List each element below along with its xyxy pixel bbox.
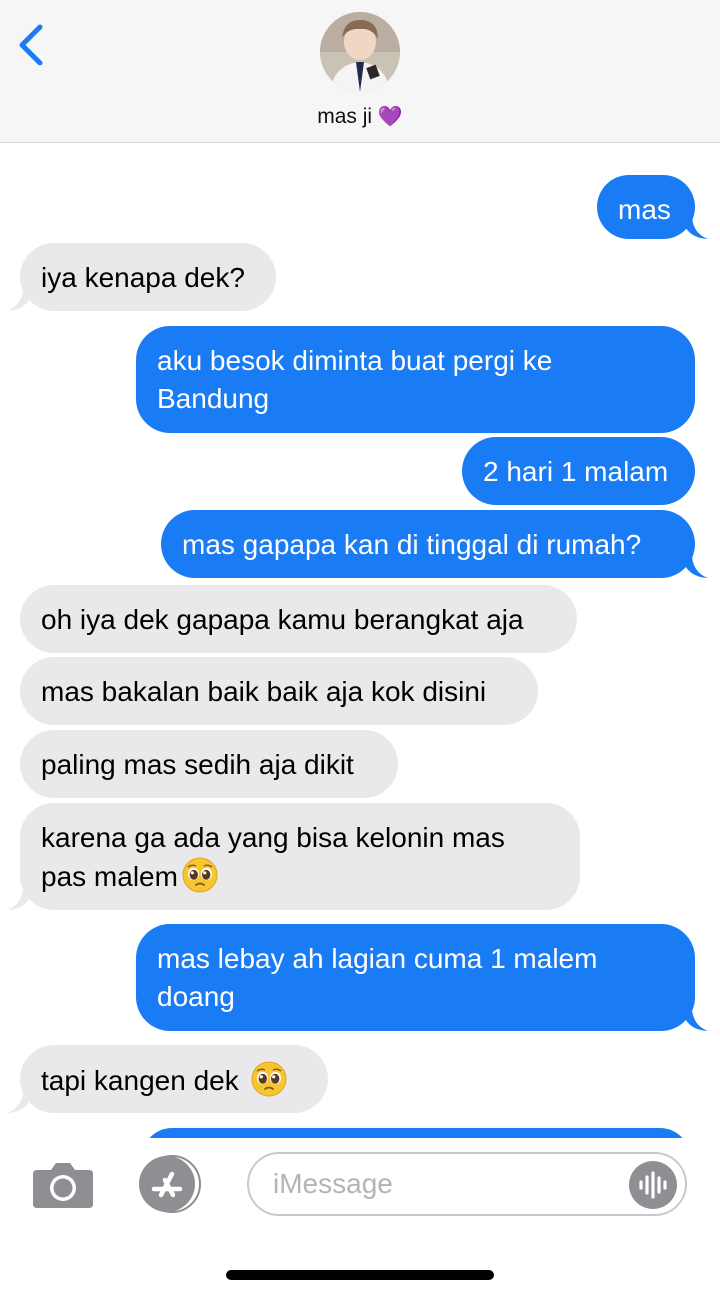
message-bubble-sent[interactable]: mas gapapa kan di tinggal di rumah? <box>161 510 708 578</box>
message-bubble-received[interactable]: iya kenapa dek? <box>7 243 276 311</box>
contact-name-text: mas ji <box>317 105 373 128</box>
pleading-face-emoji <box>251 1061 287 1097</box>
app-store-icon[interactable] <box>136 1155 208 1213</box>
avatar-photo <box>320 12 400 92</box>
avatar[interactable] <box>320 12 400 92</box>
message-text: mas gapapa kan di tinggal di rumah? <box>182 529 642 560</box>
message-text: 2 hari 1 malam <box>483 456 669 487</box>
message-text: mas <box>618 194 671 225</box>
message-bubble-received[interactable]: oh iya dek gapapa kamu berangkat aja <box>20 585 577 653</box>
home-indicator[interactable] <box>226 1270 494 1280</box>
message-bubble-sent[interactable]: 2 hari 1 malam <box>462 437 695 505</box>
message-text-line: mas lebay ah lagian cuma 1 malem <box>157 943 598 974</box>
message-text-line: aku besok diminta buat pergi ke <box>157 345 553 376</box>
message-input[interactable]: iMessage <box>247 1152 687 1216</box>
bubble-tail <box>7 889 33 910</box>
message-text: tapi kangen dek <box>41 1065 247 1096</box>
chevron-left-icon[interactable] <box>14 22 50 68</box>
message-text: mas bakalan baik baik aja kok disini <box>41 676 487 707</box>
bubble-tail <box>7 1092 33 1113</box>
message-text: iya kenapa dek? <box>41 262 245 293</box>
message-text-line: karena ga ada yang bisa kelonin mas <box>41 822 505 853</box>
composer-bar: iMessage <box>0 1138 720 1234</box>
message-bubble-received[interactable]: paling mas sedih aja dikit <box>20 730 398 798</box>
message-bubble-received[interactable]: karena ga ada yang bisa kelonin mas pas … <box>7 803 580 910</box>
contact-name[interactable]: mas ji 💜 <box>0 104 720 129</box>
message-bubble-sent[interactable]: mas lebay ah lagian cuma 1 malem doang <box>136 924 708 1031</box>
purple-heart-emoji: 💜 <box>377 104 403 128</box>
pleading-face-emoji <box>182 857 218 893</box>
message-text: pas malem <box>41 861 178 892</box>
audio-message-button[interactable] <box>629 1161 677 1209</box>
bubble-tail <box>682 557 708 578</box>
message-bubble-sent[interactable]: mas <box>597 175 708 239</box>
message-text: oh iya dek gapapa kamu berangkat aja <box>41 604 524 635</box>
message-text-line: doang <box>157 981 235 1012</box>
audio-waveform-icon <box>639 1171 667 1199</box>
message-text-line: pas malem <box>41 857 559 896</box>
message-text-line: Bandung <box>157 383 270 414</box>
message-input-placeholder: iMessage <box>273 1168 393 1199</box>
message-bubble-received[interactable]: tapi kangen dek <box>7 1045 328 1113</box>
message-bubble-received[interactable]: mas bakalan baik baik aja kok disini <box>20 657 538 725</box>
message-text: paling mas sedih aja dikit <box>41 749 354 780</box>
message-bubble-sent[interactable]: aku besok diminta buat pergi ke Bandung <box>136 326 695 433</box>
bubble-tail <box>682 1010 708 1031</box>
bubble-tail <box>682 218 708 239</box>
bubble-tail <box>7 290 33 311</box>
camera-icon[interactable] <box>31 1160 95 1210</box>
conversation-header: mas ji 💜 <box>0 0 720 143</box>
message-thread[interactable]: mas iya kenapa dek? aku besok diminta bu… <box>0 144 720 1138</box>
message-bubble-sent-partial[interactable] <box>142 1128 690 1138</box>
